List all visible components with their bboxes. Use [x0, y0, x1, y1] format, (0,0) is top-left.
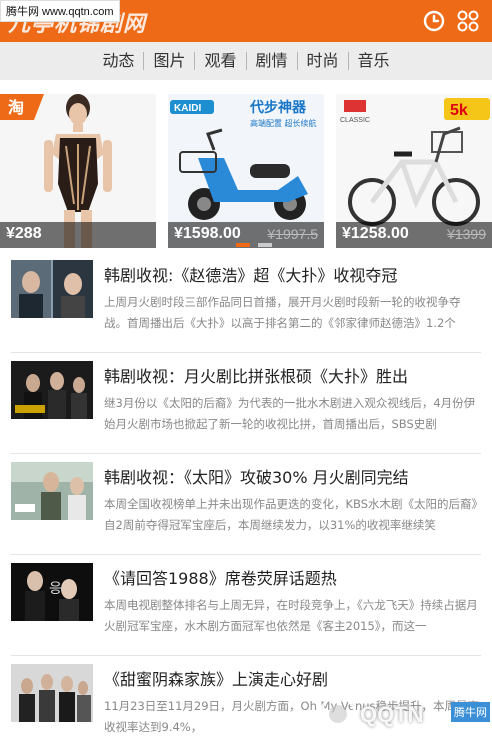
watermark-text: QQTN [360, 702, 424, 727]
price-bar: ¥288 [0, 222, 156, 248]
svg-text:CLASSIC: CLASSIC [340, 117, 370, 124]
article-title[interactable]: 《请回答1988》席卷荧屏话题热 [104, 565, 337, 589]
svg-text:KAIDI: KAIDI [174, 103, 201, 114]
site-badge: 腾牛网 www.qqtn.com [0, 0, 120, 22]
svg-text:淘: 淘 [8, 98, 24, 117]
list-item[interactable]: 韩剧收视:《赵德浩》超《大扑》收视夺冠 上周月火剧时段三部作品同日首播，展开月火… [11, 252, 481, 353]
slide-old-price: ¥1399 [447, 226, 486, 242]
nav-item-shishang[interactable]: 时尚 [296, 52, 348, 70]
article-thumbnail [11, 361, 93, 419]
article-title[interactable]: 韩剧收视：《太阳》攻破30% 月火剧同完结 [104, 464, 409, 488]
nav-item-dongtai[interactable]: 动态 [93, 52, 143, 70]
article-thumbnail [11, 462, 93, 520]
slide-price: ¥1598.00 [174, 225, 241, 242]
banner-slide-swimsuit[interactable]: 淘 ¥288 [0, 94, 156, 248]
article-title[interactable]: 韩剧收视:《赵德浩》超《大扑》收视夺冠 [104, 262, 397, 286]
list-item[interactable]: 韩剧收视：《太阳》攻破30% 月火剧同完结 本周全国收视榜单上并未出现作品更迭的… [11, 454, 481, 555]
svg-text:代步神器: 代步神器 [249, 99, 307, 116]
article-thumbnail [11, 664, 93, 722]
article-thumbnail [11, 260, 93, 318]
promo-carousel[interactable]: 淘 ¥288 KAIDI 代步神器 高端配置 超长续航 ¥1598.00 ¥19… [0, 94, 492, 248]
article-list: 韩剧收视:《赵德浩》超《大扑》收视夺冠 上周月火剧时段三部作品同日首播，展开月火… [0, 252, 492, 742]
nav-item-tupian[interactable]: 图片 [143, 52, 194, 70]
svg-text:5k: 5k [450, 102, 468, 119]
svg-text:응: 응 [49, 581, 62, 597]
banner-slide-bicycle[interactable]: CLASSIC 5k ¥1258.00 ¥1399 [336, 94, 492, 248]
qqtn-logo-icon [319, 695, 357, 733]
site-watermark: QQTN 腾牛网 [318, 690, 492, 742]
svg-text:高端配置 超长续航: 高端配置 超长续航 [250, 118, 317, 128]
article-summary: 上周月火剧时段三部作品同日首播，展开月火剧时段新一轮的收视争夺战。首周播出后《大… [104, 295, 461, 330]
list-item[interactable]: 응 《请回答1988》席卷荧屏话题热 本周电视剧整体排名与上周无异，在时段竞争上… [11, 555, 481, 656]
taobao-tag-icon: 淘 [0, 94, 44, 120]
article-summary: 本周电视剧整体排名与上周无异，在时段竞争上，《六龙飞天》持续占据月火剧冠军宝座，… [104, 598, 478, 633]
price-bar: ¥1258.00 ¥1399 [336, 222, 492, 248]
article-title[interactable]: 《甜蜜阴森家族》上演走心好剧 [104, 666, 328, 690]
slide-old-price: ¥1997.5 [267, 226, 318, 242]
clock-icon[interactable] [422, 9, 446, 33]
app-header: 几亭机锦剧网 腾牛网 www.qqtn.com [0, 0, 492, 42]
watermark-badge: 腾牛网 [451, 702, 490, 722]
apps-grid-icon[interactable] [456, 9, 480, 33]
carousel-dot[interactable] [236, 243, 250, 247]
nav-item-yinyue[interactable]: 音乐 [347, 52, 399, 70]
slide-price: ¥1258.00 [342, 225, 409, 242]
carousel-dot[interactable] [258, 243, 272, 247]
article-summary: 继3月份以《太阳的后裔》为代表的一批水木剧进入观众视线后，4月份伊始月火剧市场也… [104, 396, 476, 431]
list-item[interactable]: 韩剧收视：月火剧比拼张根硕《大扑》胜出 继3月份以《太阳的后裔》为代表的一批水木… [11, 353, 481, 454]
nav-item-juqing[interactable]: 剧情 [245, 52, 297, 70]
carousel-dots [236, 243, 272, 247]
category-nav: 动态 图片 观看 剧情 时尚 音乐 [0, 42, 492, 80]
article-title[interactable]: 韩剧收视：月火剧比拼张根硕《大扑》胜出 [104, 363, 408, 387]
article-thumbnail: 응 [11, 563, 93, 621]
banner-slide-scooter[interactable]: KAIDI 代步神器 高端配置 超长续航 ¥1598.00 ¥1997.5 [168, 94, 324, 248]
slide-price: ¥288 [6, 225, 42, 242]
nav-item-guankan[interactable]: 观看 [194, 52, 245, 70]
article-summary: 本周全国收视榜单上并未出现作品更迭的变化，KBS水木剧《太阳的后裔》自2周前夺得… [104, 497, 478, 532]
